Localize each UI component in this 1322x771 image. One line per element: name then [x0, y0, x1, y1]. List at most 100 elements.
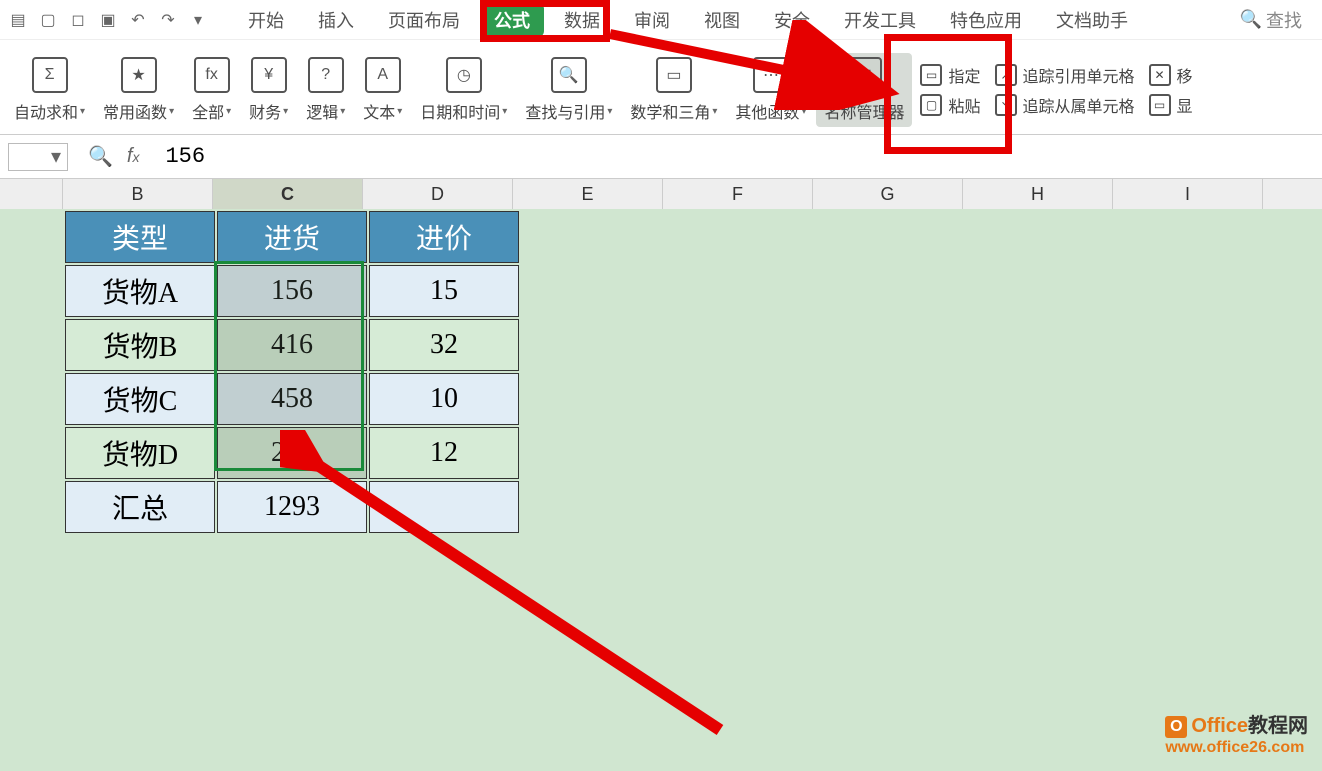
col-header-D[interactable]: D: [363, 179, 513, 209]
all-fn-button[interactable]: fx 全部▾: [184, 53, 239, 127]
search-box[interactable]: 🔍 查找: [1240, 7, 1302, 33]
formula-input[interactable]: 156: [159, 142, 1314, 171]
define-name-button[interactable]: ▭ 指定: [920, 63, 980, 87]
cell-price[interactable]: 12: [369, 427, 519, 479]
cell-qty[interactable]: 156: [217, 265, 367, 317]
select-all-corner[interactable]: [0, 179, 63, 209]
open-icon[interactable]: ◻: [68, 10, 88, 30]
text-fn-label: 文本: [363, 99, 395, 123]
cell-type[interactable]: 货物C: [65, 373, 215, 425]
cell-price[interactable]: [369, 481, 519, 533]
formula-bar: ▾ 🔍 fx 156: [0, 135, 1322, 179]
col-header-I[interactable]: I: [1113, 179, 1263, 209]
paste-name-button[interactable]: ▢粘贴: [920, 93, 980, 117]
chevron-down-icon: ▾: [283, 106, 288, 117]
header-in-price[interactable]: 进价: [369, 211, 519, 263]
tab-formula[interactable]: 公式: [480, 3, 544, 37]
other-fn-button[interactable]: ⋯ 其他函数▾: [727, 53, 814, 127]
tab-data[interactable]: 数据: [550, 3, 614, 37]
tab-helper[interactable]: 文档助手: [1042, 3, 1142, 37]
text-fn-button[interactable]: A 文本▾: [355, 53, 410, 127]
autosum-label: 自动求和: [14, 99, 78, 123]
tab-layout[interactable]: 页面布局: [374, 3, 474, 37]
tab-dev[interactable]: 开发工具: [830, 3, 930, 37]
watermark-brand: Office: [1191, 715, 1248, 737]
save-icon[interactable]: ▣: [98, 10, 118, 30]
search-label: 查找: [1266, 7, 1302, 33]
name-manager-button[interactable]: ▤ 名称管理器: [816, 53, 912, 127]
cell-type[interactable]: 汇总: [65, 481, 215, 533]
zoom-fx-icon[interactable]: 🔍: [88, 144, 113, 169]
cell-price[interactable]: 10: [369, 373, 519, 425]
cell-type[interactable]: 货物A: [65, 265, 215, 317]
fx-label-icon[interactable]: fx: [127, 145, 140, 168]
redo-icon[interactable]: ↷: [158, 10, 178, 30]
lookup-fn-button[interactable]: 🔍 查找与引用▾: [517, 53, 620, 127]
column-headers: BCDEFGHI: [0, 179, 1322, 209]
all-fn-label: 全部: [192, 99, 224, 123]
trace-precedents-button[interactable]: ↗追踪引用单元格: [995, 63, 1135, 87]
define-label: 指定: [948, 63, 980, 87]
cell-qty[interactable]: 458: [217, 373, 367, 425]
trace-dependents-button[interactable]: ↘追踪从属单元格: [995, 93, 1135, 117]
cell-type[interactable]: 货物D: [65, 427, 215, 479]
question-icon: ?: [308, 57, 344, 93]
undo-icon[interactable]: ↶: [128, 10, 148, 30]
tab-review[interactable]: 审阅: [620, 3, 684, 37]
tab-special[interactable]: 特色应用: [936, 3, 1036, 37]
finance-fn-button[interactable]: ¥ 财务▾: [241, 53, 296, 127]
new-icon[interactable]: ▢: [38, 10, 58, 30]
tab-start[interactable]: 开始: [234, 3, 298, 37]
table-row: 货物A15615: [65, 265, 519, 317]
watermark-url: www.office26.com: [1165, 738, 1308, 757]
spreadsheet-area: BCDEFGHI 类型 进货 进价 货物A15615货物B41632货物C458…: [0, 179, 1322, 771]
col-header-E[interactable]: E: [513, 179, 663, 209]
tab-insert[interactable]: 插入: [304, 3, 368, 37]
dropdown-icon[interactable]: ▾: [188, 10, 208, 30]
cell-qty[interactable]: 416: [217, 319, 367, 371]
name-actions: ▭ 指定 ▢粘贴: [914, 63, 986, 117]
remove-arrows-button[interactable]: ✕移: [1149, 63, 1193, 87]
file-icon[interactable]: ▤: [8, 10, 28, 30]
data-table: 类型 进货 进价 货物A15615货物B41632货物C45810货物D2631…: [63, 209, 521, 535]
tab-view[interactable]: 视图: [690, 3, 754, 37]
cell-type[interactable]: 货物B: [65, 319, 215, 371]
table-row: 货物D26312: [65, 427, 519, 479]
paste-icon: ▢: [920, 94, 942, 116]
col-header-B[interactable]: B: [63, 179, 213, 209]
ribbon-formula: Σ 自动求和▾ ★ 常用函数▾ fx 全部▾ ¥ 财务▾ ? 逻辑▾ A 文本▾…: [0, 40, 1322, 135]
eye-icon: ▭: [1149, 94, 1171, 116]
trace-actions: ↗追踪引用单元格 ↘追踪从属单元格: [989, 63, 1141, 117]
sigma-icon: Σ: [32, 57, 68, 93]
math-fn-button[interactable]: ▭ 数学和三角▾: [622, 53, 725, 127]
cell-price[interactable]: 32: [369, 319, 519, 371]
name-manager-label: 名称管理器: [824, 99, 904, 123]
trace-prec-label: 追踪引用单元格: [1023, 63, 1135, 87]
chevron-down-icon: ▾: [340, 106, 345, 117]
cell-qty[interactable]: 263: [217, 427, 367, 479]
cell-qty[interactable]: 1293: [217, 481, 367, 533]
book-icon: ▭: [656, 57, 692, 93]
col-header-F[interactable]: F: [663, 179, 813, 209]
logo-icon: O: [1165, 716, 1187, 738]
remove-icon: ✕: [1149, 64, 1171, 86]
autosum-button[interactable]: Σ 自动求和▾: [6, 53, 93, 127]
cell-price[interactable]: 15: [369, 265, 519, 317]
quick-access-toolbar: ▤ ▢ ◻ ▣ ↶ ↷ ▾: [8, 10, 208, 30]
table-row: 货物C45810: [65, 373, 519, 425]
chevron-down-icon: ▾: [397, 106, 402, 117]
name-box[interactable]: ▾: [8, 143, 68, 171]
common-fn-button[interactable]: ★ 常用函数▾: [95, 53, 182, 127]
logic-fn-button[interactable]: ? 逻辑▾: [298, 53, 353, 127]
col-header-C[interactable]: C: [213, 179, 363, 209]
header-in-qty[interactable]: 进货: [217, 211, 367, 263]
col-header-G[interactable]: G: [813, 179, 963, 209]
lookup-fn-label: 查找与引用: [525, 99, 605, 123]
show-formula-button[interactable]: ▭显: [1149, 93, 1193, 117]
tab-security[interactable]: 安全: [760, 3, 824, 37]
datetime-fn-button[interactable]: ◷ 日期和时间▾: [412, 53, 515, 127]
tag-icon: ▭: [920, 64, 942, 86]
col-header-H[interactable]: H: [963, 179, 1113, 209]
header-type[interactable]: 类型: [65, 211, 215, 263]
yen-icon: ¥: [251, 57, 287, 93]
